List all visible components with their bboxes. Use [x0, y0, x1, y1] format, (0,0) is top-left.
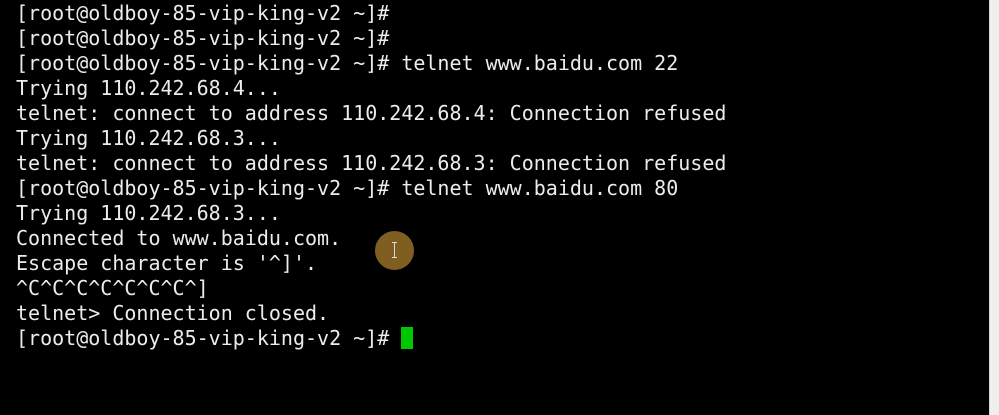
terminal-line: Escape character is '^]'.	[16, 251, 318, 275]
shell-prompt: [root@oldboy-85-vip-king-v2 ~]#	[16, 326, 390, 350]
terminal-output[interactable]: [root@oldboy-85-vip-king-v2 ~]# [root@ol…	[0, 0, 990, 415]
terminal-lines: [root@oldboy-85-vip-king-v2 ~]# [root@ol…	[16, 1, 990, 351]
terminal-line: telnet: connect to address 110.242.68.3:…	[16, 151, 727, 175]
terminal-line: Trying 110.242.68.3...	[16, 201, 281, 225]
terminal-line: [root@oldboy-85-vip-king-v2 ~]#	[16, 1, 390, 25]
terminal-line: Trying 110.242.68.4...	[16, 76, 281, 100]
terminal-window: [root@oldboy-85-vip-king-v2 ~]# [root@ol…	[0, 0, 999, 415]
vertical-scrollbar[interactable]	[989, 0, 999, 415]
terminal-line: telnet> Connection closed.	[16, 301, 330, 325]
terminal-line: Connected to www.baidu.com.	[16, 226, 342, 250]
text-cursor	[401, 327, 414, 349]
terminal-line: telnet: connect to address 110.242.68.4:…	[16, 101, 727, 125]
terminal-line: [root@oldboy-85-vip-king-v2 ~]# telnet w…	[16, 176, 679, 200]
terminal-line: Trying 110.242.68.3...	[16, 126, 281, 150]
ibeam-cursor-icon	[392, 242, 397, 258]
prompt-line[interactable]: [root@oldboy-85-vip-king-v2 ~]#	[16, 326, 990, 351]
terminal-line: [root@oldboy-85-vip-king-v2 ~]# telnet w…	[16, 51, 679, 75]
terminal-line: ^C^C^C^C^C^C^C^]	[16, 276, 209, 300]
terminal-line: [root@oldboy-85-vip-king-v2 ~]#	[16, 26, 390, 50]
